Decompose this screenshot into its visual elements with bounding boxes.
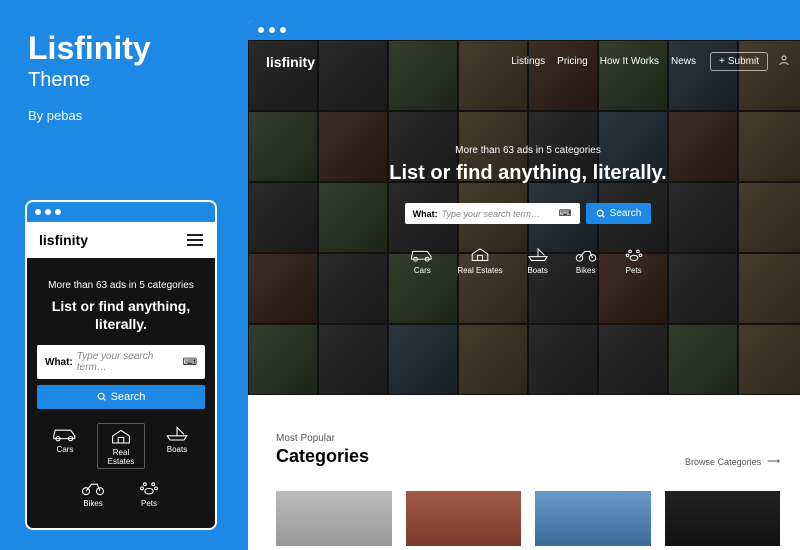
keyboard-icon: ⌨ [559, 208, 572, 219]
mobile-window-titlebar [27, 202, 215, 222]
category-label: Cars [41, 445, 89, 454]
window-dot [55, 209, 61, 215]
mobile-hero: More than 63 ads in 5 categories List or… [27, 258, 215, 528]
hero-center: More than 63 ads in 5 categories List or… [248, 145, 800, 275]
search-input[interactable]: What: Type your search term… ⌨ [405, 203, 580, 224]
boat-icon [525, 244, 551, 264]
pet-icon [135, 477, 163, 497]
window-dot [35, 209, 41, 215]
search-placeholder: Type your search term… [442, 209, 559, 219]
house-icon [467, 244, 493, 264]
bike-icon [79, 477, 107, 497]
mobile-categories: Cars Real Estates Boats Bikes Pets [37, 423, 205, 508]
category-pets[interactable]: Pets [125, 477, 173, 508]
mobile-header: lisfinity [27, 222, 215, 258]
nav-how-it-works[interactable]: How It Works [600, 56, 659, 67]
category-card[interactable] [276, 491, 392, 546]
category-label: Real Estates [457, 266, 502, 275]
search-button-label: Search [610, 208, 642, 219]
desktop-nav: lisfinity Listings Pricing How It Works … [248, 40, 800, 83]
category-cars[interactable]: Cars [409, 244, 435, 275]
category-bikes[interactable]: Bikes [573, 244, 599, 275]
hero-tagline: More than 63 ads in 5 categories [37, 280, 205, 291]
category-real-estates[interactable]: Real Estates [97, 423, 145, 469]
section-label: Most Popular [276, 433, 369, 444]
search-input[interactable]: What: Type your search term… ⌨ [37, 345, 205, 379]
search-placeholder: Type your search term… [77, 351, 183, 373]
window-dot [269, 27, 275, 33]
category-card[interactable] [406, 491, 522, 546]
window-dot [258, 27, 264, 33]
desktop-hero: lisfinity Listings Pricing How It Works … [248, 40, 800, 395]
product-subtitle: Theme [28, 69, 151, 92]
category-label: Bikes [573, 266, 599, 275]
logo[interactable]: lisfinity [39, 232, 88, 248]
search-what-label: What: [45, 357, 73, 368]
nav-pricing[interactable]: Pricing [557, 56, 588, 67]
submit-label: Submit [728, 56, 759, 67]
category-card[interactable] [665, 491, 781, 546]
category-bikes[interactable]: Bikes [69, 477, 117, 508]
arrow-right-icon: ⟶ [767, 456, 780, 467]
search-icon [596, 209, 606, 219]
hero-headline: List or find anything, literally. [37, 297, 205, 333]
keyboard-icon: ⌨ [183, 357, 197, 368]
category-boats[interactable]: Boats [153, 423, 201, 469]
car-icon [409, 244, 435, 264]
logo[interactable]: lisfinity [266, 54, 315, 70]
category-label: Real Estates [100, 448, 142, 466]
window-dot [45, 209, 51, 215]
category-cards [276, 491, 780, 546]
search-button[interactable]: Search [586, 203, 652, 224]
window-dot [280, 27, 286, 33]
category-label: Pets [621, 266, 647, 275]
categories-section: Most Popular Categories Browse Categorie… [248, 395, 800, 546]
section-title: Categories [276, 446, 369, 467]
house-icon [107, 426, 135, 446]
desktop-window-titlebar [248, 20, 800, 40]
search-button-label: Search [111, 391, 146, 403]
hero-headline: List or find anything, literally. [248, 162, 800, 185]
search-icon [97, 392, 107, 402]
mobile-content: lisfinity More than 63 ads in 5 categori… [27, 222, 215, 528]
hamburger-icon[interactable] [187, 234, 203, 246]
product-author: By pebas [28, 108, 151, 123]
category-label: Boats [525, 266, 551, 275]
category-label: Cars [409, 266, 435, 275]
pet-icon [621, 244, 647, 264]
bike-icon [573, 244, 599, 264]
browse-label: Browse Categories [685, 457, 761, 467]
mobile-preview-frame: lisfinity More than 63 ads in 5 categori… [25, 200, 217, 530]
submit-button[interactable]: + Submit [710, 52, 768, 71]
product-info: Lisfinity Theme By pebas [28, 30, 151, 123]
desktop-search: What: Type your search term… ⌨ Search [248, 203, 800, 224]
car-icon [51, 423, 79, 443]
mobile-search: What: Type your search term… ⌨ Search [37, 345, 205, 409]
search-what-label: What: [413, 209, 438, 219]
user-icon[interactable] [778, 54, 790, 69]
category-label: Bikes [69, 499, 117, 508]
boat-icon [163, 423, 191, 443]
category-pets[interactable]: Pets [621, 244, 647, 275]
hero-tagline: More than 63 ads in 5 categories [248, 145, 800, 156]
category-card[interactable] [535, 491, 651, 546]
category-cars[interactable]: Cars [41, 423, 89, 469]
nav-news[interactable]: News [671, 56, 696, 67]
product-title: Lisfinity [28, 30, 151, 67]
search-button[interactable]: Search [37, 385, 205, 409]
desktop-preview-frame: lisfinity Listings Pricing How It Works … [248, 20, 800, 550]
category-label: Boats [153, 445, 201, 454]
desktop-categories: Cars Real Estates Boats Bikes Pets [248, 244, 800, 275]
plus-icon: + [719, 56, 725, 67]
category-boats[interactable]: Boats [525, 244, 551, 275]
nav-listings[interactable]: Listings [511, 56, 545, 67]
category-label: Pets [125, 499, 173, 508]
browse-categories-link[interactable]: Browse Categories ⟶ [685, 456, 780, 467]
category-real-estates[interactable]: Real Estates [457, 244, 502, 275]
